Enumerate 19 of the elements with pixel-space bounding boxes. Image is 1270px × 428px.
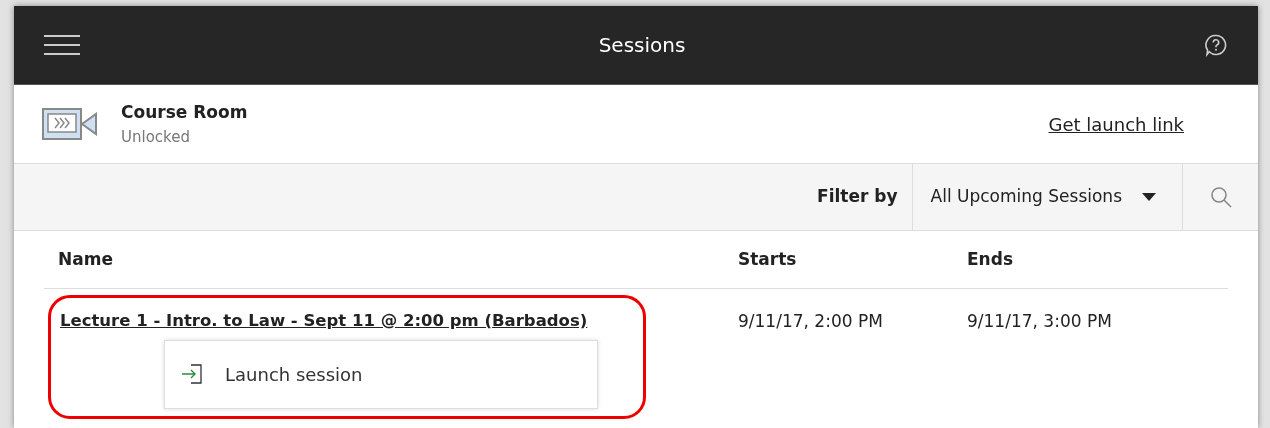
search-icon (1208, 185, 1233, 209)
video-camera-icon (42, 108, 98, 140)
end-time: 9/11/17, 3:00 PM (967, 310, 1113, 333)
filter-label: Filter by (817, 185, 898, 209)
session-link[interactable]: Lecture 1 - Intro. to Law - Sept 11 @ 2:00 pm (Barbados) (60, 309, 588, 334)
column-header: Starts (738, 247, 798, 271)
start-time: 9/11/17, 2:00 PM (738, 310, 884, 333)
help-icon[interactable] (1204, 33, 1228, 57)
menu-icon[interactable] (44, 35, 80, 55)
column-header: Name (57, 247, 114, 271)
launch-session-menu-item[interactable]: Launch session (164, 339, 598, 409)
caret-icon (1142, 193, 1156, 201)
room-name: Course Room (121, 101, 248, 124)
enter-icon (181, 362, 205, 387)
filter-dropdown[interactable]: All Upcoming Sessions (911, 164, 1182, 230)
page-title: Sessions (598, 32, 686, 59)
room-status: Unlocked (121, 126, 191, 148)
column-header: Ends (967, 247, 1014, 271)
launch-link[interactable]: Get launch link (1048, 110, 1184, 138)
